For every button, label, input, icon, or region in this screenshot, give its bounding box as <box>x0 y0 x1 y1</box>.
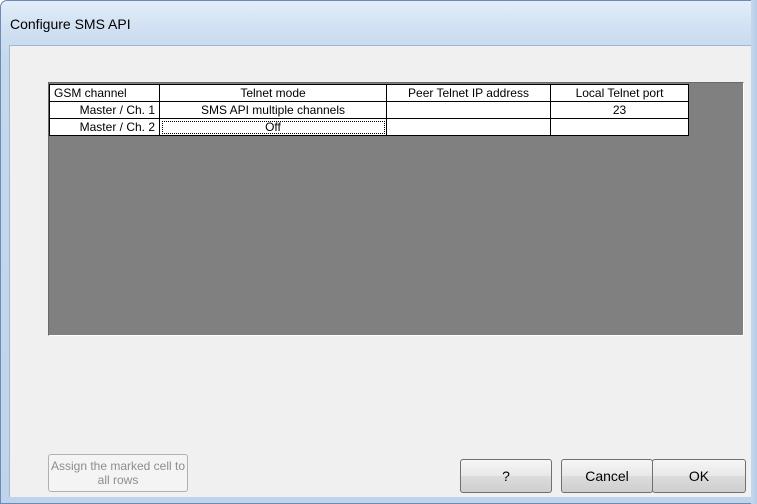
cell-peer-ip[interactable] <box>386 101 551 119</box>
column-header-telnet-mode: Telnet mode <box>159 84 387 102</box>
assign-to-all-rows-button[interactable]: Assign the marked cell to all rows <box>48 454 188 492</box>
cell-telnet-mode[interactable]: SMS API multiple channels <box>159 101 387 119</box>
cell-local-port[interactable]: 23 <box>550 101 689 119</box>
row-header-gsm-channel: Master / Ch. 1 <box>49 101 160 119</box>
row-header-gsm-channel: Master / Ch. 2 <box>49 118 160 136</box>
table-header-row: GSM channel Telnet mode Peer Telnet IP a… <box>49 84 689 102</box>
cell-peer-ip[interactable] <box>386 118 551 136</box>
cell-telnet-mode-selected[interactable]: Off <box>159 118 387 136</box>
ok-button[interactable]: OK <box>652 459 746 493</box>
column-header-local-port: Local Telnet port <box>550 84 689 102</box>
cancel-button[interactable]: Cancel <box>561 459 653 493</box>
column-header-gsm-channel: GSM channel <box>49 84 160 102</box>
telnet-config-table: GSM channel Telnet mode Peer Telnet IP a… <box>49 84 689 136</box>
window-title: Configure SMS API <box>10 16 131 32</box>
title-bar[interactable]: Configure SMS API <box>1 1 757 45</box>
table-row: Master / Ch. 1 SMS API multiple channels… <box>49 101 689 119</box>
table-row: Master / Ch. 2 Off <box>49 118 689 136</box>
help-button[interactable]: ? <box>460 459 552 493</box>
column-header-peer-ip: Peer Telnet IP address <box>386 84 551 102</box>
window-frame-edge <box>751 0 757 504</box>
cell-local-port[interactable] <box>550 118 689 136</box>
